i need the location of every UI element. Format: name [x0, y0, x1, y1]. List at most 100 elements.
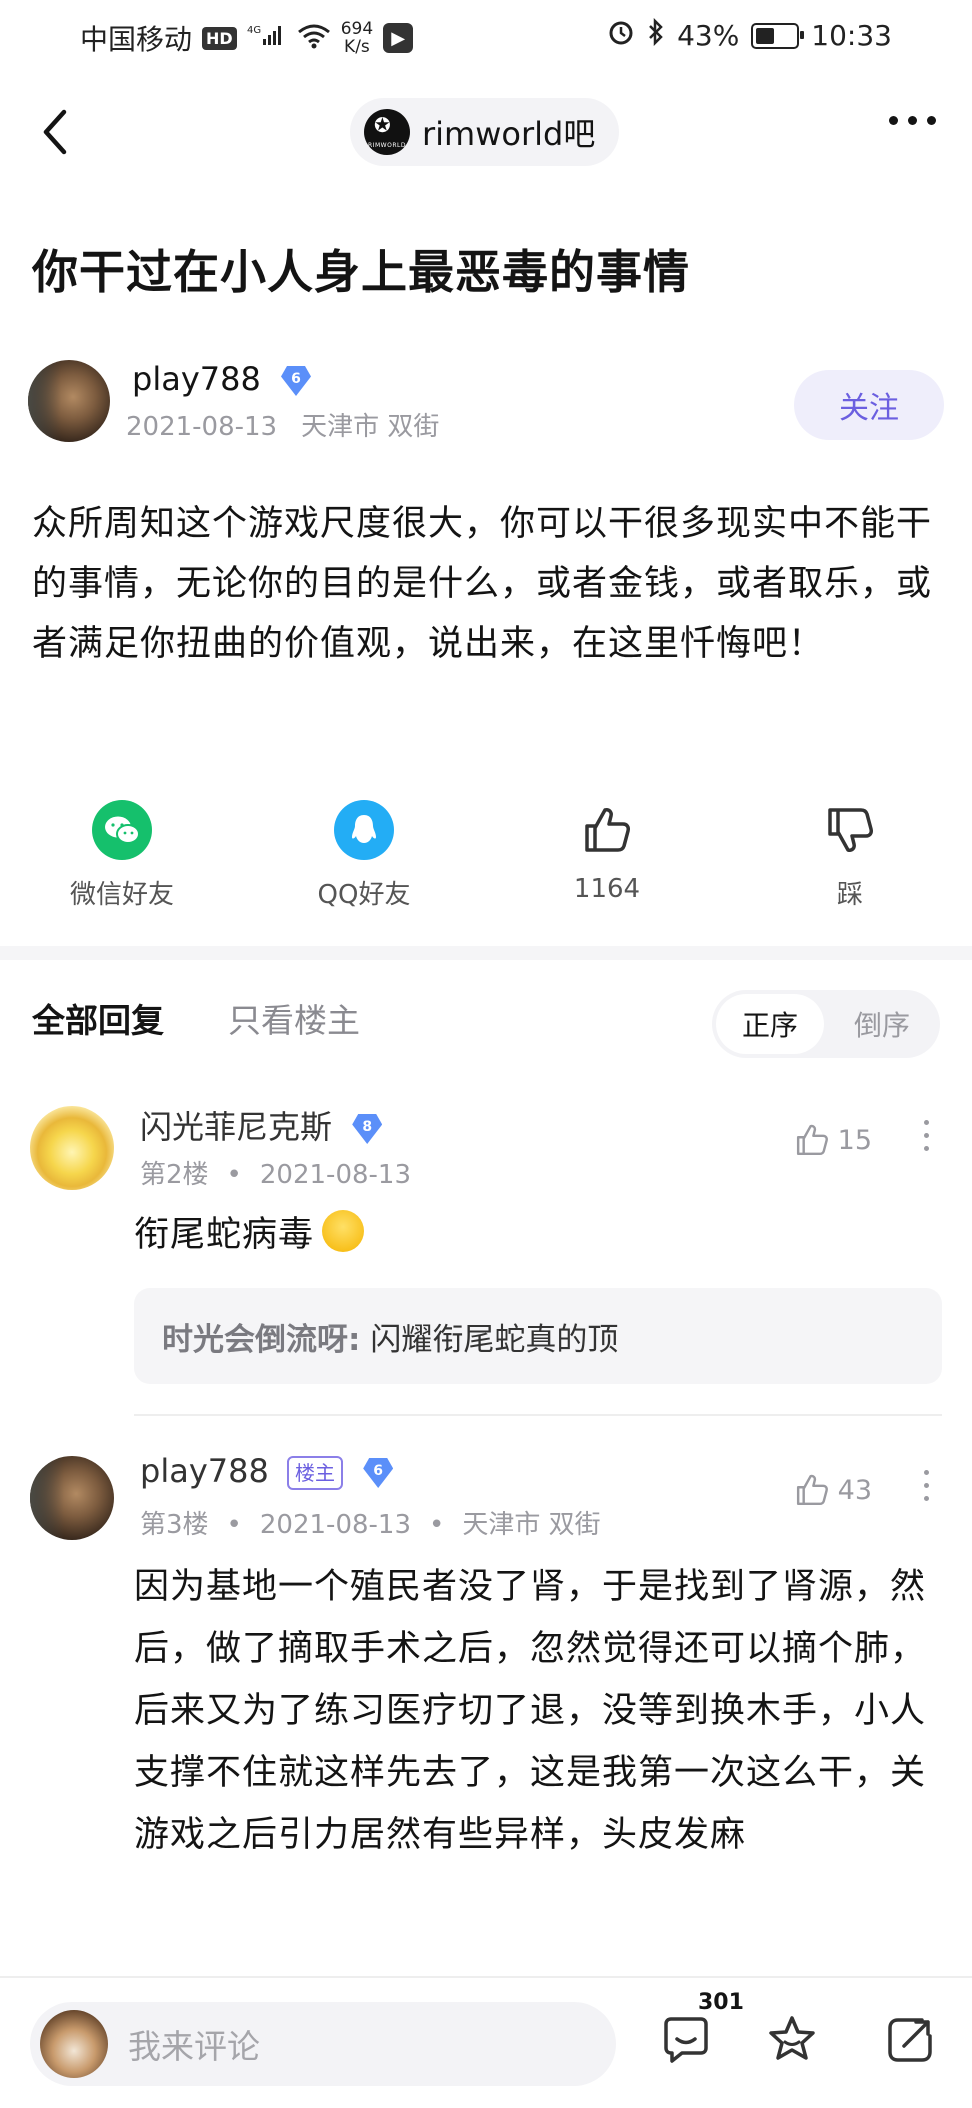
- forum-logo-text: RIMWORLD: [368, 142, 406, 149]
- reply-text: 因为基地一个殖民者没了肾，于是找到了肾源，然后，做了摘取手术之后，忽然觉得还可以…: [134, 1567, 927, 1855]
- bottom-bar: 我来评论 301: [0, 1976, 972, 2108]
- level-badge: 8: [352, 1114, 382, 1144]
- level-badge: 6: [363, 1458, 393, 1488]
- reply-like-count: 15: [837, 1124, 872, 1156]
- status-bar-left: 中国移动 HD 4G 694 K/s ▶: [80, 18, 414, 58]
- floor-number: 第2楼: [140, 1160, 209, 1190]
- comment-placeholder: 我来评论: [128, 2027, 260, 2066]
- app-notification-icon: ▶: [383, 23, 414, 53]
- network-type: 4G: [247, 25, 261, 36]
- top-nav: ✪ RIMWORLD rimworld吧: [0, 80, 972, 184]
- reply-tabs: 全部回复 只看楼主 正序 倒序: [32, 990, 940, 1058]
- sort-ascending-button[interactable]: 正序: [716, 994, 824, 1054]
- more-options-button[interactable]: [889, 116, 936, 125]
- reply-like-button[interactable]: 43: [794, 1472, 872, 1508]
- quote-text: 闪耀衔尾蛇真的顶: [370, 1321, 619, 1358]
- tab-op-only[interactable]: 只看楼主: [228, 994, 360, 1042]
- reply-date: 2021-08-13: [259, 1510, 411, 1540]
- level-number: 6: [373, 1463, 384, 1479]
- forum-link[interactable]: ✪ RIMWORLD rimworld吧: [350, 98, 620, 166]
- clock: 10:33: [811, 19, 892, 52]
- share-wechat-button[interactable]: 微信好友: [42, 800, 202, 911]
- comments-button[interactable]: [658, 2012, 714, 2068]
- wifi-icon: [297, 23, 331, 53]
- reply-meta: 第2楼 • 2021-08-13: [140, 1160, 411, 1190]
- quoted-reply[interactable]: 时光会倒流呀: 闪耀衔尾蛇真的顶: [134, 1288, 942, 1384]
- star-icon: ✪: [374, 113, 391, 137]
- forum-logo: ✪ RIMWORLD: [364, 109, 410, 155]
- level-number: 6: [291, 371, 301, 387]
- share-wechat-label: 微信好友: [69, 880, 174, 910]
- carrier-name: 中国移动: [80, 23, 193, 56]
- comment-count: 301: [698, 1990, 744, 2015]
- thumbs-up-icon: [577, 800, 637, 860]
- post-author-row: play788 6 2021-08-13 天津市 双街 关注: [28, 360, 944, 444]
- reply-more-button[interactable]: [924, 1470, 932, 1509]
- thumbs-up-icon: [796, 1124, 828, 1156]
- comment-bubble-icon: [664, 2017, 708, 2063]
- share-qq-label: QQ好友: [317, 880, 411, 910]
- reply-more-button[interactable]: [924, 1120, 932, 1159]
- section-divider: [0, 946, 972, 960]
- favorite-button[interactable]: [764, 2012, 820, 2068]
- bluetooth-icon: [647, 17, 665, 53]
- speed-unit: K/s: [344, 37, 370, 57]
- current-user-avatar: [40, 2010, 108, 2078]
- level-number: 8: [362, 1119, 373, 1135]
- chevron-left-icon: [43, 109, 67, 155]
- more-dot: [927, 116, 936, 125]
- speed-value: 694: [340, 19, 374, 39]
- more-dot: [889, 116, 898, 125]
- share-button[interactable]: [882, 2012, 938, 2068]
- author-name: play788: [132, 360, 261, 398]
- comment-input[interactable]: 我来评论: [30, 2002, 616, 2086]
- post-meta: 2021-08-13 天津市 双街: [126, 406, 439, 443]
- forum-name: rimworld吧: [422, 115, 596, 153]
- reply-author-name: play788: [140, 1452, 269, 1490]
- reply-like-button[interactable]: 15: [794, 1122, 872, 1158]
- post-location: 天津市 双街: [301, 412, 440, 442]
- quote-author: 时光会倒流呀:: [162, 1321, 361, 1358]
- reply-avatar[interactable]: [30, 1456, 114, 1540]
- smile-emoji-icon: [322, 1210, 365, 1252]
- signal-icon: 4G: [247, 23, 287, 53]
- star-icon: [769, 2016, 815, 2060]
- post-title: 你干过在小人身上最恶毒的事情: [32, 245, 690, 299]
- thumbs-down-icon: [820, 800, 880, 860]
- battery-icon: [751, 22, 805, 49]
- share-bar: 微信好友 QQ好友 1164 踩: [0, 800, 972, 910]
- author-name-line[interactable]: play788 6: [132, 360, 311, 398]
- network-speed: 694 K/s: [341, 20, 373, 56]
- reply-author-name: 闪光菲尼克斯: [140, 1108, 333, 1146]
- reply-location: 天津市 双街: [462, 1510, 601, 1540]
- share-qq-button[interactable]: QQ好友: [284, 800, 444, 911]
- sort-descending-button[interactable]: 倒序: [828, 994, 936, 1054]
- dislike-button[interactable]: 踩: [770, 800, 930, 911]
- reply-author-line[interactable]: play788 楼主 6: [140, 1452, 393, 1490]
- reply-like-count: 43: [837, 1474, 872, 1506]
- more-dot: [908, 116, 917, 125]
- alarm-icon: [607, 18, 635, 53]
- reply-text: 衔尾蛇病毒: [134, 1215, 315, 1255]
- tab-all-replies[interactable]: 全部回复: [32, 994, 164, 1042]
- share-icon: [888, 2018, 932, 2062]
- op-tag: 楼主: [287, 1456, 343, 1490]
- back-button[interactable]: [36, 106, 76, 158]
- reply-author-line[interactable]: 闪光菲尼克斯 8: [140, 1102, 382, 1148]
- thumbs-up-icon: [796, 1474, 828, 1506]
- like-count: 1164: [573, 874, 641, 904]
- dislike-label: 踩: [836, 880, 863, 910]
- reply-date: 2021-08-13: [259, 1160, 411, 1190]
- like-button[interactable]: 1164: [527, 800, 687, 904]
- status-bar: 中国移动 HD 4G 694 K/s ▶ 43% 10:33: [0, 0, 972, 72]
- post-date: 2021-08-13: [126, 412, 278, 442]
- reply-avatar[interactable]: [30, 1106, 114, 1190]
- post-body: 众所周知这个游戏尺度很大，你可以干很多现实中不能干的事情，无论你的目的是什么，或…: [32, 504, 933, 664]
- battery-percent: 43%: [677, 19, 740, 52]
- hd-badge: HD: [202, 26, 237, 50]
- sort-toggle: 正序 倒序: [712, 990, 940, 1058]
- follow-button[interactable]: 关注: [794, 370, 944, 440]
- reply-text-line: 衔尾蛇病毒: [134, 1204, 365, 1266]
- author-avatar[interactable]: [28, 360, 110, 442]
- status-bar-right: 43% 10:33: [607, 17, 892, 53]
